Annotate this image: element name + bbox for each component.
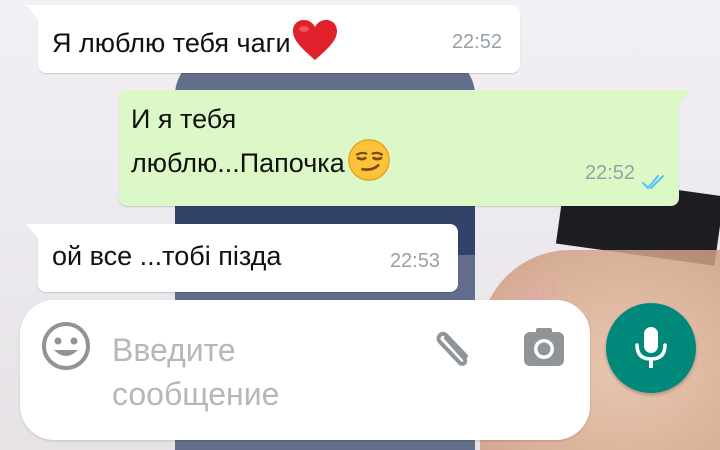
- incoming-message-bubble[interactable]: Я люблю тебя чаги 22:52: [26, 5, 520, 73]
- smirking-face-icon: [345, 138, 393, 192]
- message-timestamp: 22:52: [451, 31, 502, 53]
- bubble-tail: [26, 224, 38, 238]
- smiley-icon[interactable]: [40, 320, 92, 372]
- message-text: ой все ...тобі пізда: [52, 241, 282, 271]
- message-timestamp: 22:53: [389, 250, 440, 272]
- paperclip-icon[interactable]: [430, 324, 478, 372]
- red-heart-icon: [291, 18, 339, 72]
- message-input[interactable]: Введите сообщение: [112, 328, 392, 416]
- incoming-message-bubble[interactable]: ой все ...тобі пізда 22:53: [26, 224, 458, 292]
- mic-icon: [635, 327, 667, 368]
- camera-icon[interactable]: [520, 324, 568, 372]
- message-text: Я люблю тебя чаги: [52, 18, 506, 72]
- bubble-tail: [679, 90, 691, 104]
- outgoing-message-bubble[interactable]: И я тебя люблю...Папочка 22:52: [119, 90, 691, 206]
- message-composer: Введите сообщение: [20, 300, 590, 440]
- double-check-icon: [642, 175, 664, 190]
- mic-button[interactable]: [606, 303, 696, 393]
- message-text-line: И я тебя: [131, 104, 237, 134]
- message-timestamp: 22:52: [584, 162, 635, 184]
- placeholder-line: Введите: [112, 332, 236, 368]
- placeholder-line: сообщение: [112, 376, 280, 412]
- bubble-tail: [26, 5, 38, 19]
